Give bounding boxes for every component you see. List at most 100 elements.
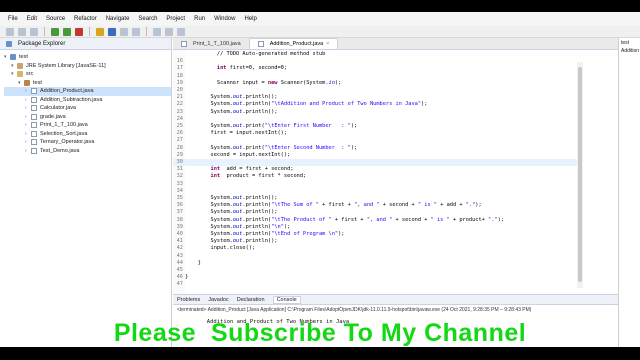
code-text: second = input.nextInt(); xyxy=(185,151,291,158)
tree-item[interactable]: › Calculator.java xyxy=(4,104,171,113)
code-line: 36 System.out.println("\tThe Sum of " + … xyxy=(173,202,583,209)
menu-item-project[interactable]: Project xyxy=(166,16,185,22)
code-text: System.out.println("\tEnd of Program \n"… xyxy=(185,231,345,237)
tree-item[interactable]: › Addition_Product.java xyxy=(4,87,171,96)
menu-item-search[interactable]: Search xyxy=(138,16,157,22)
code-line: 16 xyxy=(173,58,583,65)
source-folder-icon xyxy=(17,71,23,78)
line-number: 45 xyxy=(176,267,183,273)
forward-icon[interactable] xyxy=(177,27,185,36)
panel-tab-declaration[interactable]: Declaration xyxy=(237,297,265,303)
java-file-icon xyxy=(31,96,37,103)
code-line: 21 System.out.println(); xyxy=(173,94,583,101)
code-line: 34 xyxy=(173,188,583,195)
run-icon[interactable] xyxy=(63,27,71,36)
code-text: System.out.println(); xyxy=(185,238,278,245)
code-text: System.out.println(); xyxy=(185,108,278,115)
line-number: 32 xyxy=(176,173,183,180)
java-file-icon xyxy=(31,147,37,154)
java-file-icon xyxy=(31,105,37,112)
video-top-bar xyxy=(0,0,640,12)
tree-item[interactable]: ▾ test xyxy=(4,53,171,62)
outline-item[interactable]: Addition xyxy=(619,46,640,54)
search-icon[interactable] xyxy=(132,27,140,36)
panel-tab-javadoc[interactable]: Javadoc xyxy=(208,297,229,303)
code-line: 40 System.out.println("\tEnd of Program … xyxy=(173,231,583,238)
tree-item[interactable]: › Addition_Subtraction.java xyxy=(4,96,171,105)
save-all-icon[interactable] xyxy=(30,27,38,36)
code-line: 24 xyxy=(173,116,583,123)
back-icon[interactable] xyxy=(165,27,173,36)
panel-tab-problems[interactable]: Problems xyxy=(177,297,200,303)
java-file-icon xyxy=(31,130,37,137)
annotation-next-icon[interactable] xyxy=(153,27,161,36)
code-line: 33 xyxy=(173,181,583,188)
menu-item-refactor[interactable]: Refactor xyxy=(74,16,97,22)
package-icon xyxy=(24,79,30,86)
menu-item-source[interactable]: Source xyxy=(46,16,65,22)
editor-tab[interactable]: Addition_Product.java × xyxy=(248,38,339,49)
menu-item-window[interactable]: Window xyxy=(214,16,235,22)
console-terminated-status: <terminated> Addition_Product [Java Appl… xyxy=(177,307,532,313)
line-number: 18 xyxy=(176,72,183,79)
line-number: 37 xyxy=(176,209,183,216)
tree-item[interactable]: › Selection_Sort.java xyxy=(4,130,171,139)
eclipse-window: File Edit Source Refactor Navigate Search Proj… xyxy=(0,12,640,347)
menu-item-navigate[interactable]: Navigate xyxy=(106,16,130,22)
new-java-package-icon[interactable] xyxy=(96,27,104,36)
code-line: 26 first = input.nextInt(); xyxy=(173,130,583,137)
java-file-icon xyxy=(31,139,37,146)
new-icon[interactable] xyxy=(6,27,14,36)
code-line: 32 int product = first * second; xyxy=(173,173,583,180)
code-text: int add = first + second; xyxy=(210,166,294,173)
tree-item[interactable]: › grade.java xyxy=(4,113,171,122)
line-number: 30 xyxy=(176,159,183,165)
panel-tab-console[interactable]: Console xyxy=(272,295,301,304)
code-text: int first=0, second=0; xyxy=(216,65,288,72)
java-file-icon xyxy=(31,88,37,95)
save-icon[interactable] xyxy=(18,27,26,36)
code-line: 29 second = input.nextInt(); xyxy=(173,152,583,159)
line-number: 47 xyxy=(176,281,183,288)
tree-item[interactable]: › Ternary_Operator.java xyxy=(4,138,171,147)
tree-item[interactable]: ▾ JRE System Library [JavaSE-11] xyxy=(4,62,171,71)
editor-scrollbar-thumb[interactable] xyxy=(578,67,582,282)
line-number: 41 xyxy=(176,238,183,245)
code-line: 46} xyxy=(173,274,583,281)
tree-item[interactable]: › Test_Demo.java xyxy=(4,147,171,156)
outline-item[interactable]: test xyxy=(619,38,640,46)
bottom-panel-tabs: Problems Javadoc Declaration Console xyxy=(173,294,618,305)
line-number: 25 xyxy=(176,123,183,129)
menu-item-edit[interactable]: Edit xyxy=(27,16,37,22)
line-number: 39 xyxy=(176,223,183,230)
tree-item[interactable]: › Print_1_T_100.java xyxy=(4,121,171,130)
code-line: 42 input.close(); xyxy=(173,245,583,252)
tree-item[interactable]: ▾ src xyxy=(4,70,171,79)
line-number: 36 xyxy=(176,202,183,209)
package-explorer-title: Package Explorer xyxy=(18,40,66,47)
code-line: 43 xyxy=(173,253,583,260)
code-text: // TODO Auto-generated method stub xyxy=(185,51,326,57)
tree-item[interactable]: ▾ test xyxy=(4,79,171,88)
code-text: System.out.print("\tEnter Second Number … xyxy=(185,144,358,151)
code-line: 27 xyxy=(173,137,583,144)
open-type-icon[interactable] xyxy=(120,27,128,36)
editor-tab[interactable]: Print_1_T_100.java xyxy=(173,38,249,49)
new-java-class-icon[interactable] xyxy=(108,27,116,36)
outline-panel: test Addition xyxy=(618,38,640,347)
stop-icon[interactable] xyxy=(75,27,83,36)
close-tab-icon[interactable]: × xyxy=(326,41,329,47)
menu-item-help[interactable]: Help xyxy=(244,16,256,22)
menu-item-file[interactable]: File xyxy=(8,16,18,22)
code-editor[interactable]: // TODO Auto-generated method stub 16 17 i… xyxy=(173,50,583,294)
package-explorer-icon xyxy=(6,40,12,47)
code-line: 23 System.out.println(); xyxy=(173,109,583,116)
package-explorer-tab[interactable]: Package Explorer xyxy=(0,38,171,50)
subscribe-banner-text: Please Subscribe To My Channel xyxy=(113,318,527,347)
menu-item-run[interactable]: Run xyxy=(194,16,205,22)
line-number: 42 xyxy=(176,245,183,252)
line-number: 43 xyxy=(176,252,183,259)
project-icon xyxy=(10,54,16,61)
tree-item-label: test xyxy=(19,54,28,61)
debug-icon[interactable] xyxy=(51,27,59,36)
